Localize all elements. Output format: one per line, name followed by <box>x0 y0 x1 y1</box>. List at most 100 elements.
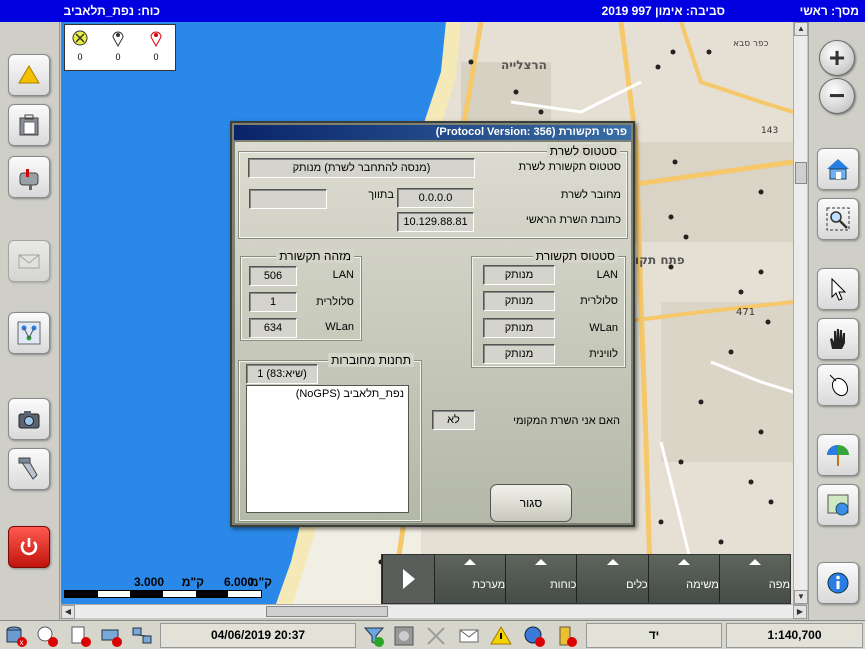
vertical-scrollbar[interactable]: ▲ ▼ <box>793 22 808 604</box>
menu-map[interactable]: מפה <box>718 555 791 603</box>
pin-gray-icon <box>112 31 124 48</box>
chevron-up-icon <box>748 559 761 565</box>
comm-status-satellite-label: לווינית <box>589 348 618 360</box>
title-bar: מסך: ראשי סביבה: אימון 997 2019 כוח: נפת… <box>0 0 865 22</box>
camera-button[interactable] <box>8 398 50 440</box>
server-status-title: סטטוס לשרת <box>546 144 620 158</box>
left-toolbar <box>0 22 60 620</box>
menu-expand-button[interactable] <box>382 555 434 603</box>
chevron-up-icon <box>677 559 690 565</box>
mouse-tool-button[interactable] <box>817 364 859 406</box>
zoom-out-button[interactable]: − <box>819 78 855 114</box>
within-field <box>249 189 327 209</box>
server-status-group: סטטוס לשרת סטטוס תקשורת לשרת (מנסה להתחב… <box>238 144 628 239</box>
pan-button[interactable] <box>817 318 859 360</box>
layers-button[interactable] <box>817 434 859 476</box>
vertical-scroll-thumb[interactable] <box>795 162 807 184</box>
home-button[interactable] <box>817 148 859 190</box>
drive-status-icon[interactable] <box>97 622 125 649</box>
connected-stations-title: תחנות מחוברות <box>328 353 414 367</box>
status-datetime: 04/06/2019 20:37 <box>160 623 356 648</box>
select-cursor-icon <box>831 277 847 301</box>
comm-status-title: סטטוס תקשורת <box>532 249 618 263</box>
menu-system[interactable]: מערכת <box>434 555 506 603</box>
database-status-icon[interactable]: x <box>2 622 30 649</box>
main-menu-bar: מערכת כוחות כלים משימה מפה <box>381 554 791 604</box>
comm-status-lan-field: מנותק <box>483 265 555 285</box>
zoom-area-icon <box>826 207 850 231</box>
map-globe-icon <box>827 494 849 516</box>
counter-gray-pins[interactable]: 0 <box>107 29 129 62</box>
screen-label: מסך: ראשי <box>799 4 859 18</box>
counter-red-pins[interactable]: 0 <box>145 29 167 62</box>
document-status-icon[interactable] <box>66 622 94 649</box>
server-connection-label: סטטוס תקשורת לשרת <box>518 161 621 173</box>
comm-status-cellular-field: מנותק <box>483 291 555 311</box>
close-button[interactable]: סגור <box>490 484 572 522</box>
network-button[interactable] <box>8 312 50 354</box>
alert-status-icon[interactable] <box>487 622 515 649</box>
zoom-area-button[interactable] <box>817 198 859 240</box>
alert-button[interactable] <box>8 54 50 96</box>
horizontal-scrollbar[interactable]: ◀ ▶ <box>61 604 807 619</box>
counter-alerts[interactable]: 0 <box>69 29 91 62</box>
power-button[interactable] <box>8 526 50 568</box>
power-icon <box>20 538 38 556</box>
info-icon <box>827 572 849 594</box>
info-button[interactable] <box>817 562 859 604</box>
map-label-kfar-saba: כפר סבא <box>733 39 769 49</box>
search-status-icon[interactable] <box>33 622 61 649</box>
scroll-up-arrow[interactable]: ▲ <box>794 22 808 36</box>
flashlight-button[interactable] <box>8 448 50 490</box>
comm-id-wlan-field: 634 <box>249 318 297 338</box>
within-label: בתווך <box>368 189 394 201</box>
mailbox-icon <box>19 169 39 190</box>
main-server-label: כתובת השרת הראשי <box>525 214 621 226</box>
map-layers-button[interactable] <box>817 484 859 526</box>
comm-id-lan-field: 506 <box>249 266 297 286</box>
comm-status-group: סטטוס תקשורת מנותק LAN מנותק סלולרית מנו… <box>471 249 626 368</box>
network-status-icon[interactable] <box>128 622 156 649</box>
documents-button[interactable] <box>8 104 50 146</box>
record-status-icon[interactable] <box>390 622 418 649</box>
comm-details-dialog: פרטי תקשורת (Protocol Version: 356) סטטו… <box>230 121 635 527</box>
right-toolbar: + − <box>808 22 865 620</box>
stations-list[interactable]: נפת_תלאביב (NoGPS) <box>246 385 409 513</box>
comm-status-wlan-label: WLan <box>589 322 618 334</box>
envelope-icon <box>18 254 40 269</box>
map-label-route-471: 471 <box>736 307 755 318</box>
zoom-in-button[interactable]: + <box>819 40 855 76</box>
local-server-label: האם אני השרת המקומי <box>513 415 620 427</box>
scale-unit-left: ק"מ <box>181 575 204 589</box>
camera-icon <box>18 411 40 429</box>
battery-status-icon[interactable] <box>552 622 580 649</box>
warning-icon <box>18 65 40 84</box>
menu-task[interactable]: משימה <box>647 555 719 603</box>
plus-icon: + <box>828 42 846 73</box>
horizontal-scroll-thumb[interactable] <box>266 606 388 617</box>
messages-button[interactable] <box>8 240 50 282</box>
mailbox-button[interactable] <box>8 156 50 198</box>
stations-count-field: (שיא:83) 1 <box>246 364 318 384</box>
comm-id-cellular-field: 1 <box>249 292 297 312</box>
comm-status-lan-label: LAN <box>596 269 618 281</box>
scroll-down-arrow[interactable]: ▼ <box>794 590 808 604</box>
scroll-left-arrow[interactable]: ◀ <box>61 605 75 619</box>
comm-status-satellite-field: מנותק <box>483 344 555 364</box>
satellite-status-icon[interactable] <box>422 622 450 649</box>
select-button[interactable] <box>817 268 859 310</box>
comm-status-cellular-label: סלולרית <box>580 295 618 307</box>
scroll-right-arrow[interactable]: ▶ <box>793 605 807 619</box>
list-item[interactable]: נפת_תלאביב (NoGPS) <box>251 388 404 400</box>
mail-status-icon[interactable] <box>455 622 483 649</box>
filter-status-icon[interactable] <box>360 622 388 649</box>
comm-id-wlan-label: WLan <box>325 321 354 333</box>
comm-id-group: מזהה תקשורת 506 LAN 1 סלולרית 634 WLan <box>240 249 362 341</box>
comm-id-lan-label: LAN <box>332 269 354 281</box>
menu-forces[interactable]: כוחות <box>505 555 577 603</box>
svg-text:x: x <box>20 638 24 647</box>
status-zoom-scale: 1:140,700 <box>726 623 863 648</box>
counter-gray-pins-value: 0 <box>115 52 121 62</box>
globe-status-icon[interactable] <box>520 622 548 649</box>
menu-tools[interactable]: כלים <box>576 555 648 603</box>
